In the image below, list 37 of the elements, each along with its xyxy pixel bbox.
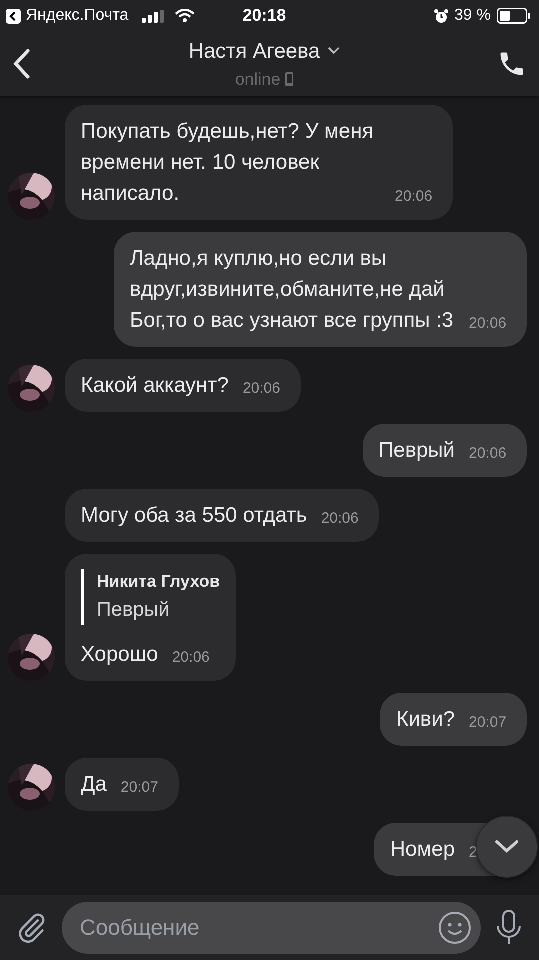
chevron-down-icon: [495, 840, 519, 854]
online-status: online: [235, 69, 281, 91]
message-text: Да: [81, 772, 107, 798]
reply-author: Никита Глухов: [97, 571, 220, 593]
microphone-icon[interactable]: [495, 910, 523, 946]
message-time: 20:06: [469, 314, 507, 334]
message-text: Ладно,я куплю,но если вы вдруг,извините,обманите,не дай Бог,то о вас узнают все группы :3: [130, 246, 455, 334]
back-icon[interactable]: [12, 48, 32, 80]
message-time: 20:06: [172, 648, 210, 668]
message-field[interactable]: Сообщение: [62, 902, 481, 954]
message-text: Могу оба за 550 отдать: [81, 503, 308, 529]
message-time: 20:06: [321, 509, 359, 529]
wifi-icon: [174, 9, 195, 23]
message-time: 20:07: [469, 712, 507, 732]
message-text: Певрый: [378, 438, 455, 464]
reply-text: Певрый: [97, 598, 171, 622]
message-time: 20:06: [395, 187, 433, 207]
back-to-app-icon[interactable]: [6, 8, 21, 24]
battery-percent: 39 %: [454, 6, 491, 26]
phone-device-icon: [284, 72, 294, 88]
message-time: 2: [469, 842, 478, 862]
back-to-app-label[interactable]: Яндекс.Почта: [26, 4, 129, 28]
message-time: 20:06: [469, 444, 507, 464]
message-text: Какой аккаунт?: [81, 373, 229, 399]
message-time: 20:06: [242, 379, 280, 399]
message-time: 20:07: [120, 778, 158, 798]
message-text: Хорошо: [81, 642, 158, 668]
signal-icon: [142, 10, 164, 22]
message-text: Номер: [390, 836, 455, 862]
battery-icon: [497, 8, 531, 24]
alarm-icon: [434, 8, 449, 24]
message-text: Киви?: [396, 706, 455, 732]
message-text: Покупать будешь,нет? У меня времени нет. 10 человек написало.: [81, 119, 375, 207]
contact-name[interactable]: Настя Агеева: [188, 36, 320, 67]
status-time: 20:18: [242, 5, 286, 28]
chevron-down-icon[interactable]: [328, 47, 340, 56]
emoji-icon[interactable]: [438, 910, 472, 944]
